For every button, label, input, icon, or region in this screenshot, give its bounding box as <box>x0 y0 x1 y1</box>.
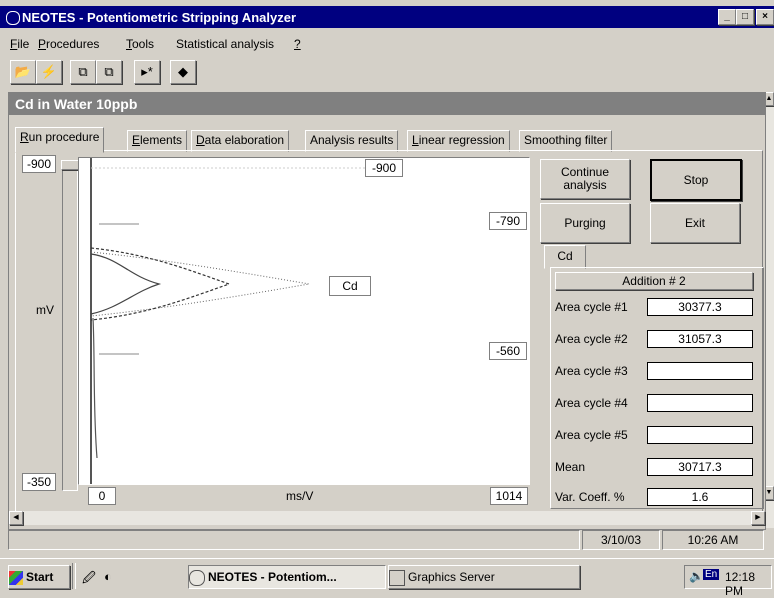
system-tray: 🔈 En 12:18 PM <box>684 565 772 598</box>
peak-curve-inner <box>90 253 162 315</box>
language-indicator[interactable]: En <box>703 569 720 580</box>
status-bar: 3/10/03 10:26 AM <box>8 528 764 552</box>
tab-elements[interactable]: Elements <box>127 130 188 152</box>
start-button[interactable]: Start <box>8 565 70 589</box>
speaker-icon[interactable]: 🔈 <box>689 569 704 583</box>
graphics-server-icon <box>389 569 405 586</box>
close-button[interactable]: × <box>756 9 774 25</box>
windows-logo-icon <box>9 570 23 585</box>
results-panel: Addition # 2 Area cycle #1 30377.3 Area … <box>550 267 764 509</box>
menu-procedures[interactable]: Procedures <box>38 37 99 51</box>
slider-thumb[interactable] <box>61 160 79 170</box>
menu-statistical-analysis[interactable]: Statistical analysis <box>176 37 274 51</box>
marker-label-mid: -790 <box>489 212 527 230</box>
minimize-button[interactable]: _ <box>718 9 736 25</box>
exit-button[interactable]: Exit <box>650 203 740 243</box>
area-cycle-2-field[interactable]: 31057.3 <box>647 330 753 348</box>
continue-analysis-button[interactable]: Continue analysis <box>540 159 630 199</box>
copy-icon[interactable]: ⧉ <box>70 60 96 84</box>
sample-icon[interactable]: ◆ <box>170 60 196 84</box>
addition-header: Addition # 2 <box>555 272 753 290</box>
status-main <box>8 530 580 550</box>
menu-tools[interactable]: Tools <box>126 37 154 51</box>
play-step-icon[interactable]: ▸* <box>134 60 160 84</box>
maximize-button[interactable]: □ <box>736 9 754 25</box>
tab-data-elaboration[interactable]: Data elaboration <box>191 130 290 152</box>
x-axis-right-label: 1014 <box>490 487 528 505</box>
mean-field[interactable]: 30717.3 <box>647 458 753 476</box>
area-cycle-3-field[interactable] <box>647 362 753 380</box>
area-cycle-1-label: Area cycle #1 <box>555 300 628 314</box>
menu-help[interactable]: ? <box>294 37 301 51</box>
area-cycle-1-field[interactable]: 30377.3 <box>647 298 753 316</box>
taskbar: Start 🖉 ◐ NEOTES - Potentiom... Graphics… <box>0 558 774 598</box>
horizontal-scrollbar[interactable]: ◀ ▶ <box>9 511 765 525</box>
y-axis-top-label: -900 <box>22 155 56 173</box>
stop-button[interactable]: Stop <box>650 159 742 201</box>
area-cycle-4-label: Area cycle #4 <box>555 396 628 410</box>
marker-label-top: -900 <box>365 159 403 177</box>
scroll-left-arrow-icon[interactable]: ◀ <box>9 511 23 525</box>
area-cycle-2-label: Area cycle #2 <box>555 332 628 346</box>
chart-area[interactable]: -900 -790 Cd -560 <box>78 157 530 485</box>
browser-quicklaunch-icon[interactable]: ◐ <box>104 569 112 584</box>
chart-svg <box>90 158 369 484</box>
marker-label-low: -560 <box>489 342 527 360</box>
area-cycle-5-field[interactable] <box>647 426 753 444</box>
app-icon <box>6 11 20 25</box>
open-folder-icon[interactable]: 📂 <box>10 60 36 84</box>
window-title-bar[interactable]: NEOTES - Potentiometric Stripping Analyz… <box>0 6 774 28</box>
peak-label: Cd <box>329 276 371 296</box>
var-coeff-label: Var. Coeff. % <box>555 490 625 504</box>
mean-label: Mean <box>555 460 586 474</box>
x-axis-unit: ms/V <box>286 489 314 503</box>
taskbar-separator <box>72 563 76 589</box>
x-axis-left-label: 0 <box>88 487 116 505</box>
document-window: Cd in Water 10ppb Run procedure Elements… <box>8 92 766 530</box>
status-time: 10:26 AM <box>662 530 764 550</box>
menu-bar: File Procedures Tools Statistical analys… <box>0 34 774 54</box>
scroll-right-arrow-icon[interactable]: ▶ <box>751 511 765 525</box>
y-axis-unit: mV <box>36 303 54 317</box>
tab-run-procedure[interactable]: Run procedure <box>15 127 105 153</box>
var-coeff-field[interactable]: 1.6 <box>647 488 753 506</box>
tab-cd[interactable]: Cd <box>544 245 586 269</box>
peak-curve-outer <box>90 251 310 317</box>
taskbar-neotes-button[interactable]: NEOTES - Potentiom... <box>188 565 386 589</box>
document-title-bar[interactable]: Cd in Water 10ppb <box>9 93 765 115</box>
run-procedure-panel: -900 mV -350 -900 -790 Cd -560 0 ms/V 10… <box>15 150 764 512</box>
area-cycle-4-field[interactable] <box>647 394 753 412</box>
window-title: NEOTES - Potentiometric Stripping Analyz… <box>22 10 296 25</box>
tab-analysis-results[interactable]: Analysis results <box>305 130 399 152</box>
tab-smoothing-filter[interactable]: Smoothing filter <box>519 130 613 152</box>
area-cycle-3-label: Area cycle #3 <box>555 364 628 378</box>
status-date: 3/10/03 <box>582 530 660 550</box>
tab-linear-regression[interactable]: Linear regression <box>407 130 510 152</box>
menu-file[interactable]: File <box>10 37 29 51</box>
y-range-slider[interactable] <box>61 160 79 491</box>
area-cycle-5-label: Area cycle #5 <box>555 428 628 442</box>
electrode-icon[interactable]: ⚡ <box>36 60 62 84</box>
taskbar-graphics-server-button[interactable]: Graphics Server <box>388 565 580 589</box>
baseline-trace <box>92 317 98 459</box>
paste-icon[interactable]: ⧉ <box>96 60 122 84</box>
document-title: Cd in Water 10ppb <box>15 96 138 112</box>
purging-button[interactable]: Purging <box>540 203 630 243</box>
y-axis-bottom-label: -350 <box>22 473 56 491</box>
desktop-quicklaunch-icon[interactable]: 🖉 <box>82 569 96 591</box>
taskbar-clock: 12:18 PM <box>725 570 756 598</box>
neotes-app-icon <box>189 569 205 586</box>
